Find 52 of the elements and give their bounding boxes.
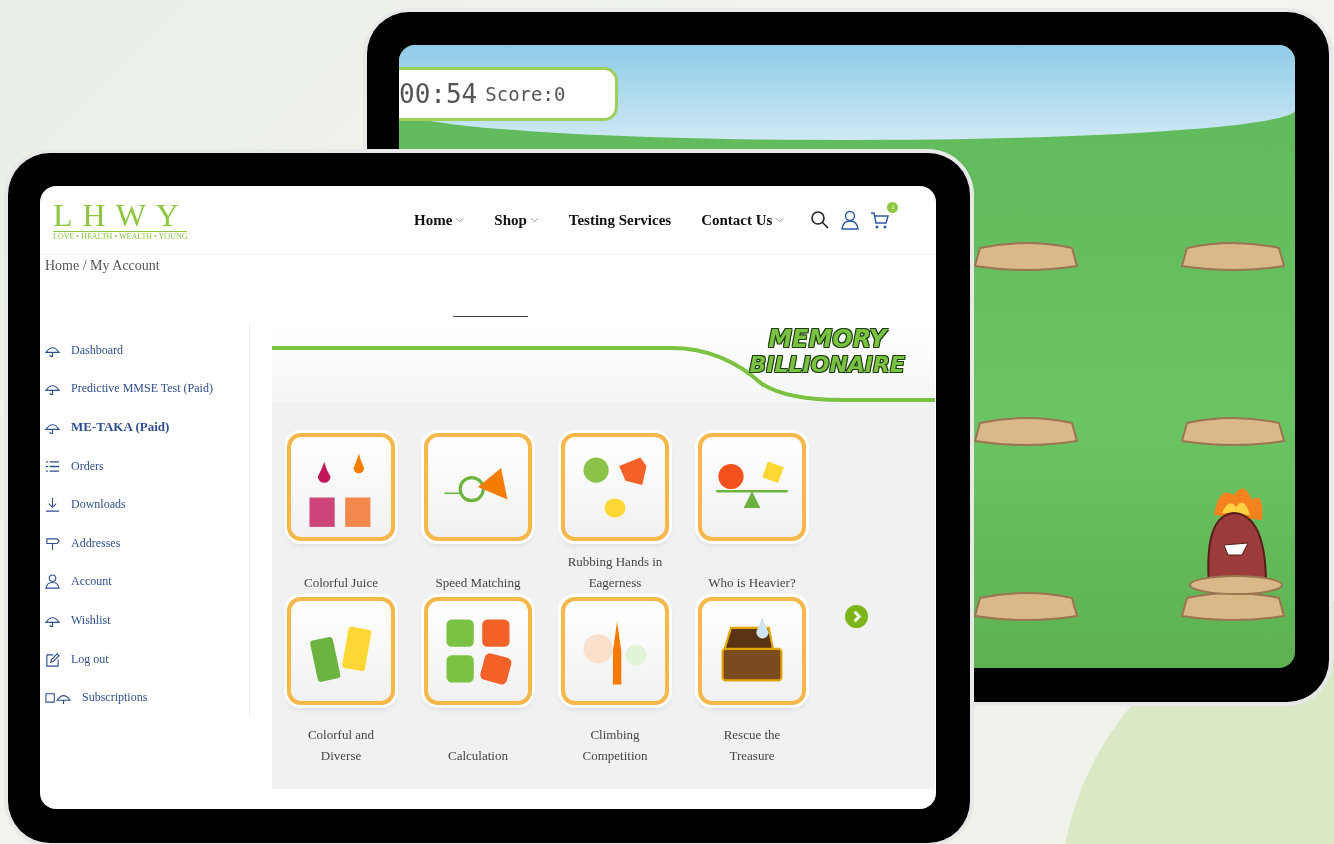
game-title: Calculation (447, 747, 509, 765)
game-title: Colorful and Diverse (306, 726, 376, 765)
game-tile[interactable] (561, 597, 669, 705)
sidebar-item[interactable]: Account (40, 562, 249, 602)
nav-link[interactable]: Contact Us (701, 211, 785, 229)
user-icon[interactable] (840, 210, 861, 230)
game-title: Who is Heavier? (708, 574, 796, 592)
game-tile[interactable] (698, 597, 806, 705)
edit-icon (45, 651, 60, 667)
score-text: Score:0 (485, 83, 566, 105)
subscriptions-icon (45, 690, 71, 706)
dirt-hole-drawing[interactable] (974, 415, 1078, 447)
game-title: Speed Matching (435, 574, 521, 592)
game-tile[interactable] (287, 597, 395, 705)
nav-link[interactable]: Home (413, 211, 465, 229)
sidebar-item[interactable]: Addresses (40, 523, 249, 563)
cart-icon[interactable] (870, 210, 891, 230)
download-icon (45, 497, 60, 513)
chevron-down-icon (529, 217, 539, 223)
breadcrumb: Home / My Account (44, 257, 161, 275)
game-title: Climbing Competition (581, 726, 649, 765)
game-tile[interactable] (561, 433, 669, 541)
dirt-hole-drawing[interactable] (1181, 240, 1285, 272)
search-icon[interactable] (810, 210, 831, 230)
user-icon (45, 574, 60, 590)
game-tile[interactable] (424, 597, 532, 705)
list-icon (45, 458, 60, 474)
nav-link[interactable]: Testing Services (568, 211, 672, 229)
game-tile[interactable] (698, 433, 806, 541)
sidebar-item[interactable]: Log out (40, 639, 249, 679)
sidebar-item[interactable]: Wishlist (40, 601, 249, 640)
dirt-hole-drawing[interactable] (1181, 415, 1285, 447)
game-title: Rubbing Hands in Eagerness (566, 553, 664, 592)
signpost-icon (45, 535, 60, 551)
game-tile[interactable] (287, 433, 395, 541)
sidebar-item[interactable]: Orders (40, 446, 249, 486)
game-title: Rescue the Treasure (722, 726, 782, 765)
game-logo: MEMORY BILLIONAIRE (749, 326, 905, 378)
sidebar-item[interactable]: Dashboard (40, 331, 249, 370)
timer-text: 00:54 (399, 79, 478, 109)
logo-tagline: LOVE • HEALTH • WEALTH • YOUNG (53, 231, 188, 241)
nav-link[interactable]: Shop (494, 211, 539, 229)
sidebar-item[interactable]: Subscriptions (40, 678, 249, 717)
game-title: Colorful Juice (304, 574, 378, 592)
sidebar-item[interactable]: Downloads (40, 485, 249, 524)
chevron-down-icon (455, 217, 465, 223)
chevron-down-icon (775, 217, 785, 223)
dirt-hole-drawing[interactable] (974, 590, 1078, 622)
sidebar-item[interactable]: Predictive MMSE Test (Paid) (40, 369, 249, 409)
sidebar-item[interactable]: ME-TAKA (Paid) (40, 408, 249, 447)
dirt-hole-drawing[interactable] (974, 240, 1078, 272)
game-tile[interactable] (424, 433, 532, 541)
